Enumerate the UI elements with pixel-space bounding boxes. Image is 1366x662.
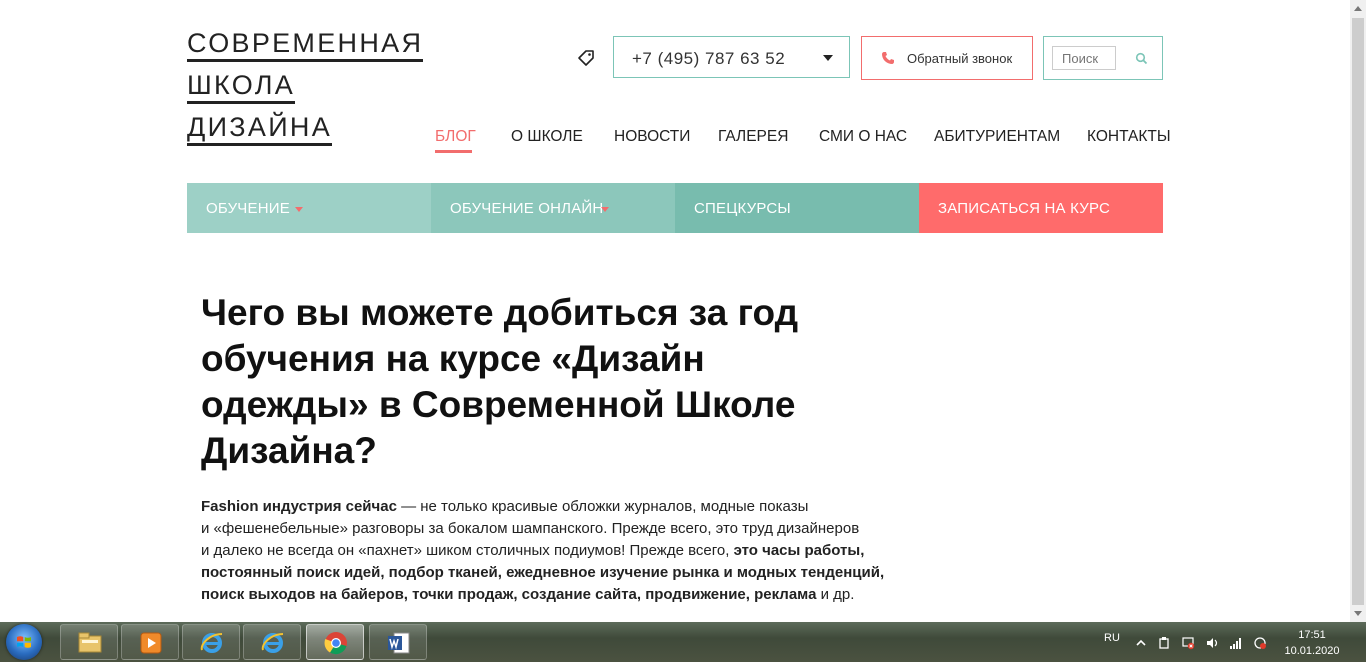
network-error-icon[interactable] [1181, 636, 1195, 650]
taskbar-media-player[interactable] [121, 624, 179, 660]
windows-logo-icon [17, 636, 31, 648]
clock-date: 10.01.2020 [1284, 645, 1340, 657]
scroll-down-icon[interactable] [1354, 611, 1362, 616]
menu-item-special-courses[interactable]: СПЕЦКУРСЫ [675, 183, 919, 233]
phone-icon [882, 52, 894, 64]
volume-icon[interactable] [1205, 636, 1219, 650]
chevron-down-icon [823, 55, 833, 61]
tag-icon[interactable] [576, 48, 596, 68]
signal-icon[interactable] [1229, 636, 1243, 650]
nav-item-gallery[interactable]: ГАЛЕРЕЯ [718, 128, 788, 146]
system-clock[interactable]: 17:51 10.01.2020 [1282, 627, 1342, 659]
para-bold: это часы работы, [733, 542, 865, 559]
menu-item-online[interactable]: ОБУЧЕНИЕ ОНЛАЙН [431, 183, 675, 233]
internet-explorer-icon [261, 633, 284, 653]
para-text: и др. [816, 586, 855, 603]
dropdown-arrow-icon [601, 207, 609, 212]
dropdown-arrow-icon [295, 207, 303, 212]
menu-item-label: ОБУЧЕНИЕ [206, 200, 290, 217]
menu-item-education[interactable]: ОБУЧЕНИЕ [187, 183, 431, 233]
para-bold: поиск выходов на байеров, точки продаж, … [201, 586, 817, 603]
taskbar-word[interactable] [369, 624, 427, 660]
taskbar-ie-1[interactable] [182, 624, 240, 660]
page-scrollbar[interactable] [1350, 0, 1366, 622]
internet-explorer-icon [200, 633, 223, 653]
language-indicator[interactable]: RU [1104, 632, 1120, 644]
logo-line-1: СОВРЕМЕННАЯ [187, 30, 424, 62]
main-nav: БЛОГ О ШКОЛЕ НОВОСТИ ГАЛЕРЕЯ СМИ О НАС А… [0, 128, 1366, 153]
notification-icon[interactable] [1253, 636, 1267, 650]
start-button[interactable] [6, 624, 42, 660]
word-icon [388, 632, 410, 654]
article-title: Чего вы можете добиться за год обучения … [201, 292, 799, 471]
course-menu: ОБУЧЕНИЕ ОБУЧЕНИЕ ОНЛАЙН СПЕЦКУРСЫ ЗАПИС… [187, 183, 1163, 233]
menu-item-label: ОБУЧЕНИЕ ОНЛАЙН [450, 200, 604, 217]
nav-item-applicants[interactable]: АБИТУРИЕНТАМ [934, 128, 1060, 146]
para-text: и далеко не всегда он «пахнет» шиком сто… [201, 542, 734, 559]
taskbar-ie-2[interactable] [243, 624, 301, 660]
search-icon[interactable] [1135, 52, 1148, 65]
callback-button[interactable]: Обратный звонок [861, 36, 1033, 80]
clock-time: 17:51 [1298, 629, 1326, 641]
show-hidden-icons-icon[interactable] [1134, 636, 1148, 650]
nav-item-press[interactable]: СМИ О НАС [819, 128, 907, 146]
media-player-icon [140, 632, 162, 654]
nav-active-underline [435, 150, 472, 153]
taskbar-chrome[interactable] [306, 624, 364, 660]
nav-item-news[interactable]: НОВОСТИ [614, 128, 690, 146]
nav-item-about[interactable]: О ШКОЛЕ [511, 128, 583, 146]
phone-dropdown[interactable]: +7 (495) 787 63 52 [613, 36, 850, 78]
callback-label: Обратный звонок [907, 51, 1013, 66]
enroll-button[interactable]: ЗАПИСАТЬСЯ НА КУРС [919, 183, 1163, 233]
device-icon[interactable] [1157, 636, 1171, 650]
logo-line-2: ШКОЛА [187, 72, 296, 104]
taskbar-explorer[interactable] [60, 624, 118, 660]
nav-item-contacts[interactable]: КОНТАКТЫ [1087, 128, 1171, 146]
folder-icon [78, 632, 102, 653]
search-input[interactable] [1052, 46, 1116, 70]
search-form [1043, 36, 1163, 80]
scroll-up-icon[interactable] [1354, 6, 1362, 11]
nav-item-blog[interactable]: БЛОГ [435, 128, 476, 146]
chrome-icon [324, 632, 347, 655]
scroll-thumb[interactable] [1352, 18, 1364, 605]
para-text: и «фешенебельные» разговоры за бокалом ш… [201, 520, 860, 537]
phone-number: +7 (495) 787 63 52 [632, 49, 786, 68]
para-text: — не только красивые обложки журналов, м… [396, 498, 809, 515]
menu-item-label: СПЕЦКУРСЫ [694, 200, 791, 217]
article-paragraph: Fashion индустрия сейчас — не только кра… [201, 496, 901, 606]
para-bold-lead: Fashion индустрия сейчас [201, 498, 397, 515]
menu-item-label: ЗАПИСАТЬСЯ НА КУРС [938, 200, 1111, 217]
para-bold: постоянный поиск идей, подбор тканей, еж… [201, 564, 885, 581]
